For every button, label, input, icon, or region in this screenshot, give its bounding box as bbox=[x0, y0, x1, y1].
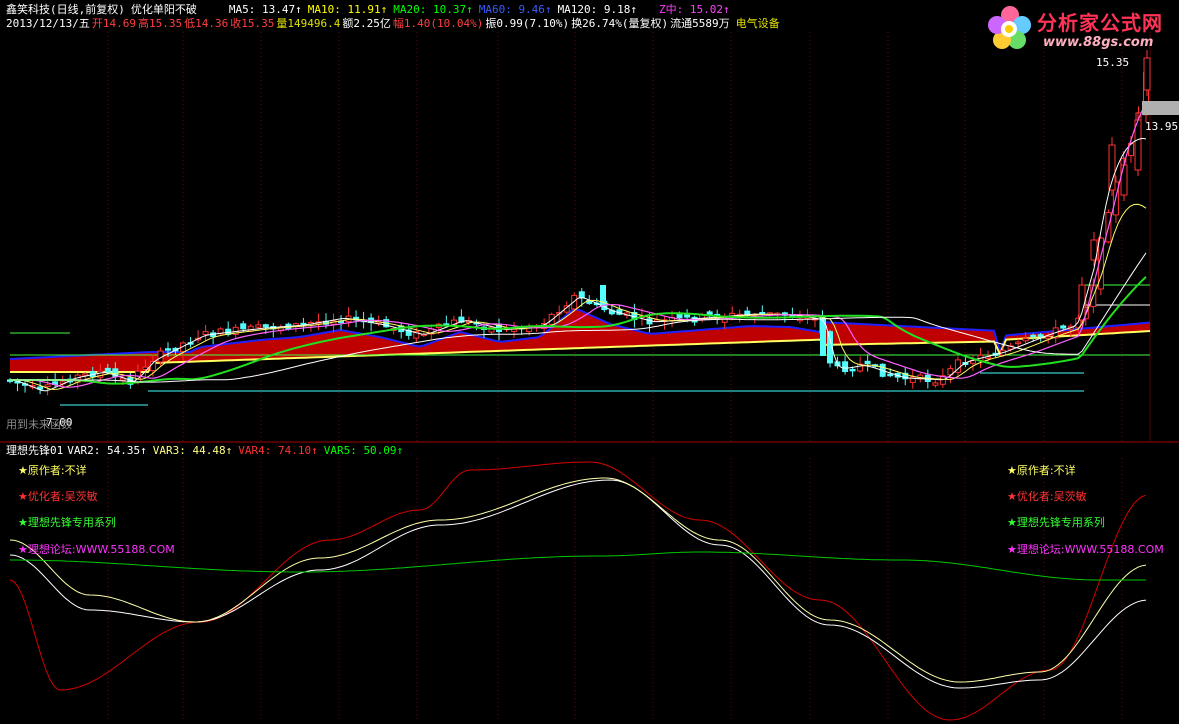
ma20-readout: MA20: 10.37↑ bbox=[393, 3, 473, 16]
ma5-readout: MA5: 13.47↑ bbox=[228, 3, 302, 16]
logo-title: 分析家公式网 bbox=[1037, 11, 1163, 35]
ma10-readout: MA10: 11.91↑ bbox=[307, 3, 388, 16]
candle-body bbox=[82, 373, 89, 376]
var2-readout: VAR2: 54.35↑ bbox=[67, 444, 147, 457]
date-readout: 2013/12/13/五 bbox=[6, 17, 90, 30]
candle-body bbox=[571, 294, 578, 310]
legend-right-author: ★原作者:不详 bbox=[1007, 464, 1076, 477]
formula-name[interactable]: 优化单阳不破 bbox=[131, 3, 197, 16]
legend-left-optimizer: ★优化者:吴茨敏 bbox=[18, 490, 98, 503]
candle-body bbox=[1060, 325, 1067, 329]
var5-line bbox=[10, 551, 1146, 581]
future-function-hint: 用到未来函数 bbox=[6, 418, 72, 431]
var5-readout: VAR5: 50.09↑ bbox=[323, 444, 404, 457]
price-close-label: 13.95 bbox=[1145, 120, 1179, 133]
grid-lines bbox=[0, 32, 1179, 722]
legend-right-forum: ★理想论坛:WWW.55188.COM bbox=[1007, 543, 1164, 556]
candle-body bbox=[1022, 338, 1029, 342]
high-readout: 高15.35 bbox=[137, 17, 183, 30]
var2-line bbox=[9, 479, 1147, 689]
change-readout: 幅1.40(10.04%) bbox=[392, 17, 484, 30]
price-high-label: 15.35 bbox=[1096, 56, 1130, 69]
legend-right-optimizer: ★优化者:吴茨敏 bbox=[1007, 490, 1087, 503]
header-row-1: 鑫笑科技(日线,前复权) 优化单阳不破 MA5: 13.47↑ MA10: 11.91… bbox=[6, 3, 736, 17]
open-readout: 开14.69 bbox=[91, 17, 136, 30]
candle-body bbox=[842, 361, 849, 372]
candle-body bbox=[744, 310, 751, 315]
legend-left-forum: ★理想论坛:WWW.55188.COM bbox=[18, 543, 175, 556]
candle-body bbox=[849, 368, 856, 372]
close-readout: 收15.35 bbox=[230, 17, 275, 30]
legend-right-series: ★理想先锋专用系列 bbox=[1007, 516, 1105, 529]
header-row-2: 2013/12/13/五 开14.69 高15.35 低14.36 收15.35 量149… bbox=[6, 17, 786, 31]
candle-body bbox=[932, 382, 939, 386]
amplitude-readout: 振0.99(7.10%) bbox=[485, 17, 570, 30]
ma120-readout: MA120: 9.18↑ bbox=[557, 3, 638, 16]
stock-title[interactable]: 鑫笑科技(日线,前复权) bbox=[6, 3, 125, 16]
candle-body bbox=[1134, 119, 1142, 171]
candle-body bbox=[262, 324, 269, 328]
candle-body bbox=[887, 373, 894, 377]
site-logo[interactable]: 分析家公式网 www.88gs.com bbox=[985, 3, 1171, 55]
chart-canvas bbox=[0, 32, 1179, 722]
oscillator-lines bbox=[9, 461, 1147, 721]
zmid-readout: Z中: 15.02↑ bbox=[659, 3, 730, 16]
candle-body bbox=[44, 384, 51, 388]
var4-readout: VAR4: 74.10↑ bbox=[238, 444, 318, 457]
candle-body bbox=[104, 367, 111, 373]
candle-body bbox=[240, 323, 247, 330]
sector-readout: 电气设备 bbox=[735, 17, 780, 30]
legend-left-author: ★原作者:不详 bbox=[18, 464, 87, 477]
flower-icon bbox=[988, 6, 1031, 49]
legend-left-series: ★理想先锋专用系列 bbox=[18, 516, 116, 529]
volume-readout: 量149496.4 bbox=[276, 17, 341, 30]
price-cursor-box bbox=[1142, 101, 1179, 115]
candle-body bbox=[247, 325, 254, 332]
candle-body bbox=[202, 331, 209, 336]
indicator-header: 理想先锋01 VAR2: 54.35↑ VAR3: 44.48↑ VAR4: 74.1… bbox=[6, 444, 409, 458]
candle-body bbox=[255, 324, 262, 328]
candle-body bbox=[578, 291, 585, 299]
var3-readout: VAR3: 44.48↑ bbox=[152, 444, 233, 457]
candle-body bbox=[600, 285, 606, 307]
candle-body bbox=[1120, 164, 1128, 196]
candle-body bbox=[1045, 336, 1052, 340]
amount-readout: 额2.25亿 bbox=[342, 17, 391, 30]
candle-body bbox=[165, 348, 171, 351]
candle-body bbox=[1108, 144, 1116, 191]
candle-body bbox=[1030, 334, 1037, 338]
candle-body bbox=[1078, 284, 1086, 321]
logo-url: www.88gs.com bbox=[1043, 35, 1154, 50]
candle-body bbox=[864, 360, 871, 365]
low-readout: 低14.36 bbox=[184, 17, 229, 30]
turnover-readout: 换26.74%(量复权) bbox=[571, 17, 669, 30]
float-readout: 流通5589万 bbox=[670, 17, 730, 30]
candle-body bbox=[1143, 57, 1151, 91]
ma60-readout: MA60: 9.46↑ bbox=[478, 3, 552, 16]
var3-line bbox=[9, 477, 1147, 683]
candle-body bbox=[1037, 334, 1044, 337]
candle-body bbox=[1015, 341, 1022, 345]
indicator-name[interactable]: 理想先锋01 bbox=[6, 444, 63, 457]
